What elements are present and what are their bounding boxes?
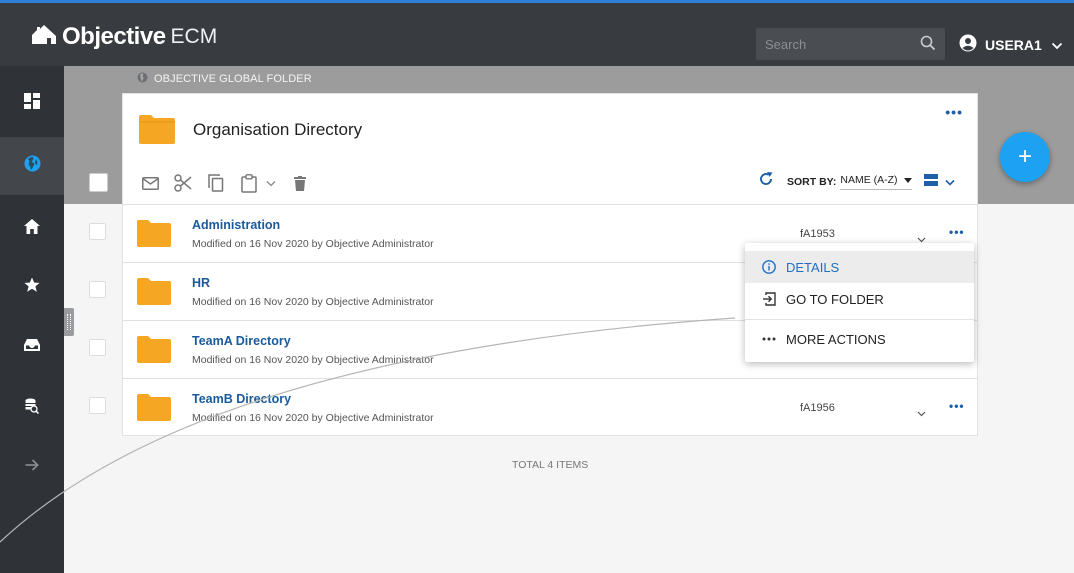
copy-icon[interactable]	[205, 172, 227, 194]
sort-value: NAME (A-Z)	[840, 173, 898, 186]
account-circle-icon	[959, 34, 977, 55]
total-items: TOTAL 4 ITEMS	[512, 459, 589, 471]
user-menu[interactable]: USERA1	[959, 34, 1063, 55]
search-box[interactable]	[756, 28, 945, 60]
search-input[interactable]	[765, 34, 915, 54]
row-name[interactable]: HR	[192, 276, 210, 290]
caret-down-icon	[903, 174, 912, 186]
menu-item-details[interactable]: DETAILS	[745, 251, 974, 283]
info-icon	[761, 260, 777, 274]
dashboard-icon	[24, 92, 40, 114]
row-meta: Modified on 16 Nov 2020 by Objective Adm…	[192, 296, 434, 308]
list-view-icon	[923, 173, 938, 191]
brand-name: Objective	[62, 23, 166, 50]
row-checkbox[interactable]	[89, 397, 106, 414]
brand-icon	[30, 24, 62, 51]
home-icon	[24, 219, 40, 239]
context-menu: DETAILS GO TO FOLDER MORE ACTIONS	[745, 243, 974, 362]
globe-icon	[24, 155, 41, 177]
menu-item-label: MORE ACTIONS	[786, 331, 886, 347]
star-icon	[24, 277, 40, 298]
brand-product: ECM	[170, 25, 218, 48]
chevron-down-icon[interactable]	[264, 172, 278, 194]
folder-icon	[137, 277, 171, 310]
row-meta: Modified on 16 Nov 2020 by Objective Adm…	[192, 412, 434, 424]
paste-icon[interactable]	[238, 172, 260, 194]
breadcrumb[interactable]: OBJECTIVE GLOBAL FOLDER	[137, 72, 312, 86]
view-toggle[interactable]	[923, 173, 955, 191]
sidebar-expand-button[interactable]	[0, 438, 64, 496]
sort-label: SORT BY:	[787, 175, 837, 188]
table-row[interactable]: TeamB Directory Modified on 16 Nov 2020 …	[123, 379, 977, 437]
row-checkbox[interactable]	[89, 281, 106, 298]
sidebar	[0, 66, 64, 573]
chevron-down-icon[interactable]	[917, 404, 926, 422]
chevron-down-icon	[1051, 37, 1063, 53]
email-icon[interactable]	[139, 172, 161, 194]
refresh-icon[interactable]	[759, 172, 773, 191]
search-icon[interactable]	[920, 35, 936, 56]
sidebar-item-inbox[interactable]	[0, 318, 64, 376]
chevron-down-icon	[944, 173, 955, 191]
folder-icon	[137, 393, 171, 426]
sort-bar: SORT BY: NAME (A-Z)	[759, 172, 955, 191]
folder-icon	[139, 114, 175, 149]
menu-item-label: DETAILS	[786, 259, 840, 275]
sidebar-item-favourites[interactable]	[0, 258, 64, 316]
breadcrumb-label[interactable]: OBJECTIVE GLOBAL FOLDER	[154, 73, 312, 85]
row-name[interactable]: TeamB Directory	[192, 392, 291, 406]
top-bar: Objective ECM USERA1	[0, 0, 1074, 66]
select-all-checkbox[interactable]	[89, 173, 108, 192]
row-name[interactable]: Administration	[192, 218, 280, 232]
menu-item-more-actions[interactable]: MORE ACTIONS	[745, 323, 974, 355]
sidebar-resize-handle[interactable]	[64, 308, 74, 336]
add-button[interactable]: +	[1000, 132, 1050, 182]
user-name: USERA1	[985, 36, 1042, 53]
plus-icon: +	[1017, 143, 1032, 170]
menu-item-label: GO TO FOLDER	[786, 291, 884, 307]
arrow-right-icon	[25, 458, 39, 476]
go-to-folder-icon	[761, 292, 777, 306]
database-search-icon	[25, 398, 40, 419]
cut-icon[interactable]	[172, 172, 194, 194]
globe-icon	[137, 72, 148, 86]
sidebar-item-home[interactable]	[0, 200, 64, 258]
row-code: fA1953	[800, 228, 835, 240]
menu-item-go-to-folder[interactable]: GO TO FOLDER	[745, 283, 974, 315]
folder-more-button[interactable]: •••	[945, 104, 963, 120]
row-meta: Modified on 16 Nov 2020 by Objective Adm…	[192, 238, 434, 250]
folder-header: Organisation Directory ••• SORT BY: NAME…	[123, 94, 977, 205]
folder-icon	[137, 219, 171, 252]
more-horizontal-icon	[761, 337, 777, 341]
folder-icon	[137, 335, 171, 368]
page-title: Organisation Directory	[193, 120, 363, 139]
row-meta: Modified on 16 Nov 2020 by Objective Adm…	[192, 354, 434, 366]
app-logo[interactable]: Objective ECM	[30, 23, 217, 51]
sort-select[interactable]: NAME (A-Z)	[840, 173, 912, 190]
menu-divider	[745, 319, 974, 320]
row-checkbox[interactable]	[89, 339, 106, 356]
sidebar-item-search-store[interactable]	[0, 379, 64, 437]
row-name[interactable]: TeamA Directory	[192, 334, 291, 348]
row-code: fA1956	[800, 402, 835, 414]
row-checkbox[interactable]	[89, 223, 106, 240]
row-more-button[interactable]: •••	[949, 225, 965, 239]
delete-icon[interactable]	[289, 172, 311, 194]
row-more-button[interactable]: •••	[949, 399, 965, 413]
action-toolbar	[139, 172, 322, 194]
sidebar-item-dashboard[interactable]	[0, 74, 64, 132]
inbox-icon	[24, 338, 40, 357]
sidebar-item-global[interactable]	[0, 137, 64, 195]
